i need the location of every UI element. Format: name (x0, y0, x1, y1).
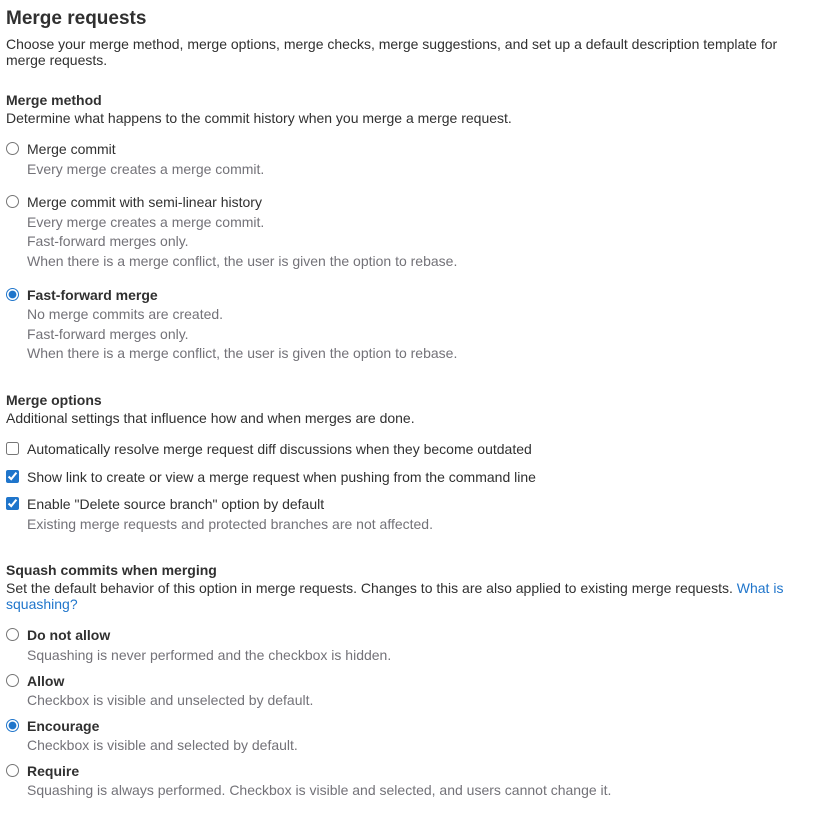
squash-description: Set the default behavior of this option … (6, 580, 809, 612)
option-label: Enable "Delete source branch" option by … (27, 495, 809, 515)
option-help: When there is a merge conflict, the user… (27, 344, 809, 364)
merge-option-delete-source-branch[interactable]: Enable "Delete source branch" option by … (6, 495, 809, 534)
option-help: Every merge creates a merge commit. (27, 213, 809, 233)
option-label: Merge commit (27, 140, 809, 160)
squash-option-require[interactable]: Require Squashing is always performed. C… (6, 762, 809, 801)
option-label: Automatically resolve merge request diff… (27, 440, 809, 460)
squash-desc-text: Set the default behavior of this option … (6, 580, 737, 596)
radio-merge-commit[interactable] (6, 142, 19, 155)
merge-options-heading: Merge options (6, 392, 809, 408)
checkbox-show-link[interactable] (6, 470, 19, 483)
option-help: Fast-forward merges only. (27, 232, 809, 252)
squash-option-encourage[interactable]: Encourage Checkbox is visible and select… (6, 717, 809, 756)
option-label: Allow (27, 672, 809, 692)
option-help: Checkbox is visible and unselected by de… (27, 691, 809, 711)
page-description: Choose your merge method, merge options,… (6, 36, 809, 68)
option-help: Checkbox is visible and selected by defa… (27, 736, 809, 756)
option-label: Merge commit with semi-linear history (27, 193, 809, 213)
option-help: Fast-forward merges only. (27, 325, 809, 345)
radio-fast-forward[interactable] (6, 288, 19, 301)
checkbox-delete-source-branch[interactable] (6, 497, 19, 510)
merge-option-show-link[interactable]: Show link to create or view a merge requ… (6, 468, 809, 488)
checkbox-auto-resolve[interactable] (6, 442, 19, 455)
merge-method-option-fast-forward[interactable]: Fast-forward merge No merge commits are … (6, 286, 809, 364)
option-help: Squashing is never performed and the che… (27, 646, 809, 666)
option-help: Squashing is always performed. Checkbox … (27, 781, 809, 801)
radio-allow[interactable] (6, 674, 19, 687)
option-help: Every merge creates a merge commit. (27, 160, 809, 180)
option-label: Do not allow (27, 626, 809, 646)
radio-require[interactable] (6, 764, 19, 777)
merge-method-heading: Merge method (6, 92, 809, 108)
merge-method-option-merge-commit[interactable]: Merge commit Every merge creates a merge… (6, 140, 809, 179)
radio-do-not-allow[interactable] (6, 628, 19, 641)
squash-heading: Squash commits when merging (6, 562, 809, 578)
radio-encourage[interactable] (6, 719, 19, 732)
squash-option-do-not-allow[interactable]: Do not allow Squashing is never performe… (6, 626, 809, 665)
option-label: Fast-forward merge (27, 286, 809, 306)
merge-method-option-semi-linear[interactable]: Merge commit with semi-linear history Ev… (6, 193, 809, 271)
radio-semi-linear[interactable] (6, 195, 19, 208)
option-label: Show link to create or view a merge requ… (27, 468, 809, 488)
merge-method-description: Determine what happens to the commit his… (6, 110, 809, 126)
option-help: When there is a merge conflict, the user… (27, 252, 809, 272)
merge-options-description: Additional settings that influence how a… (6, 410, 809, 426)
option-help: No merge commits are created. (27, 305, 809, 325)
option-label: Require (27, 762, 809, 782)
option-label: Encourage (27, 717, 809, 737)
merge-option-auto-resolve[interactable]: Automatically resolve merge request diff… (6, 440, 809, 460)
option-help: Existing merge requests and protected br… (27, 515, 809, 535)
squash-option-allow[interactable]: Allow Checkbox is visible and unselected… (6, 672, 809, 711)
page-title: Merge requests (6, 8, 809, 30)
